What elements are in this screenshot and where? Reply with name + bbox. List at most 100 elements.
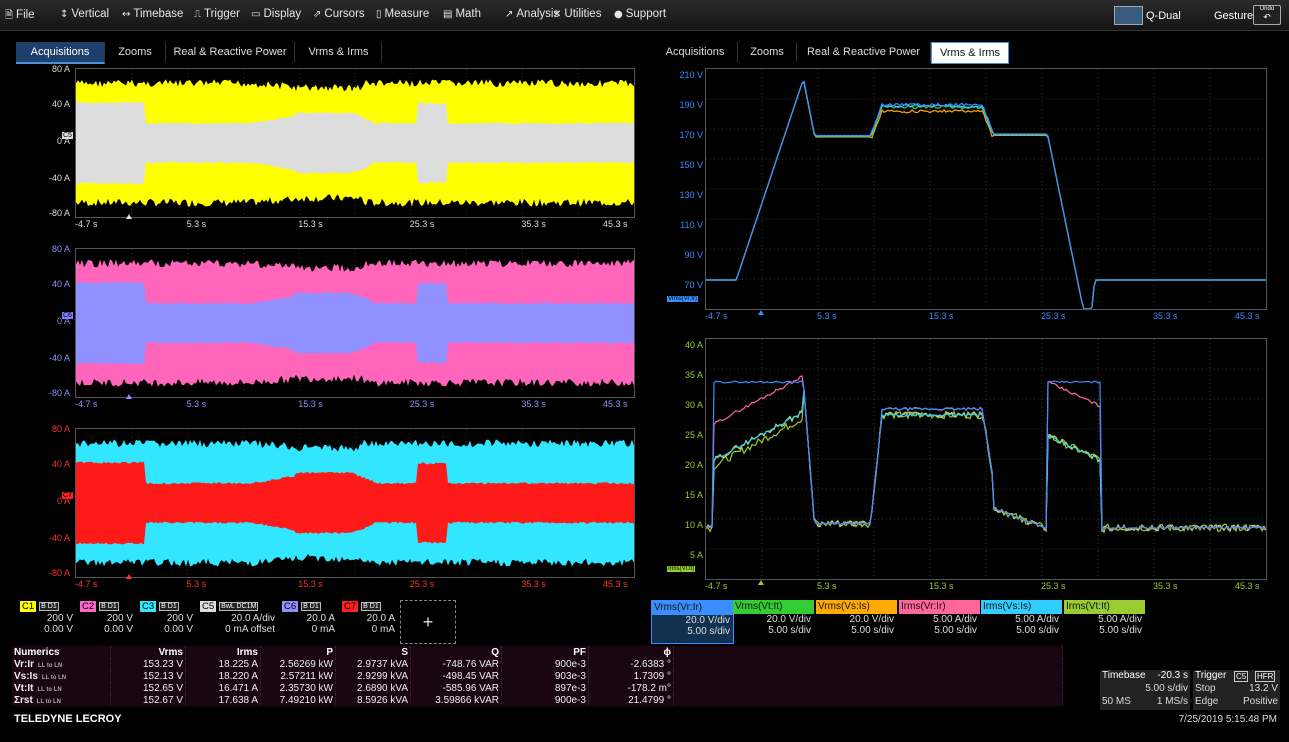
numerics-cell: -498.45 VAR	[410, 670, 502, 682]
numerics-cell: 900e-3	[501, 658, 589, 670]
y-tick-label: 35 A	[684, 370, 703, 380]
tab-acquisitions[interactable]: Acquisitions	[653, 42, 738, 62]
layout-label[interactable]: Q-Dual	[1146, 10, 1181, 22]
param-descriptor[interactable]: Vrms(Vs:Is) 20.0 V/div 5.00 s/div	[816, 600, 897, 642]
channel-offset: 0.00 V	[164, 624, 193, 635]
y-tick-label: 40 A	[51, 99, 70, 109]
menu-math[interactable]: ▤ Math	[443, 8, 481, 20]
trace-label[interactable]: Irms(Vt:It)	[667, 566, 696, 572]
numerics-cell: 152.67 V	[110, 694, 186, 706]
menu-analysis[interactable]: ↗ Analysis	[505, 8, 559, 20]
menu-utilities[interactable]: ✕ Utilities	[553, 8, 601, 20]
numerics-cell: 1.7309 °	[588, 670, 674, 682]
y-tick-label: 40 A	[51, 459, 70, 469]
menu-timebase[interactable]: ↔ Timebase	[122, 8, 183, 20]
menu-label: Timebase	[133, 8, 184, 20]
menu-bar: 🗎 File ↕ Vertical ↔ Timebase ⎍ Trigger ▭ Display ⇗…	[0, 0, 1289, 31]
channel-zero-marker[interactable]: C6	[62, 312, 73, 319]
numerics-cell: 18.225 A	[185, 658, 261, 670]
tab-zooms[interactable]: Zooms	[105, 42, 166, 62]
channel-zero-marker[interactable]: C7	[62, 492, 73, 499]
param-name: Vrms(Vt:It)	[733, 600, 814, 614]
param-descriptor[interactable]: Vrms(Vt:It) 20.0 V/div 5.00 s/div	[733, 600, 814, 642]
trigger-type: Edge	[1195, 696, 1219, 707]
gesture-button[interactable]: Gesture	[1214, 10, 1253, 22]
trace-label[interactable]: Vrms(Vr:Ir)	[667, 296, 698, 302]
empty-col	[673, 658, 1063, 670]
tab-vrms-irms[interactable]: Vrms & Irms	[931, 42, 1009, 64]
param-descriptor[interactable]: Vrms(Vr:Ir) 20.0 V/div 5.00 s/div	[651, 600, 734, 644]
param-descriptor[interactable]: Irms(Vs:Is) 5.00 A/div 5.00 s/div	[981, 600, 1062, 642]
param-descriptor[interactable]: Irms(Vt:It) 5.00 A/div 5.00 s/div	[1064, 600, 1145, 642]
y-tick-label: -40 A	[48, 533, 70, 543]
x-tick-label: -4.7 s	[75, 579, 98, 589]
menu-file[interactable]: 🗎 File	[5, 8, 35, 25]
channel-descriptor-c2[interactable]: C2 B D1 200 V 0.00 V	[78, 600, 136, 642]
channel-descriptor-c5[interactable]: C5 BwL DC1M 20.0 A/div 0 mA offset	[198, 600, 278, 642]
menu-display[interactable]: ▭ Display	[251, 8, 301, 20]
menu-support[interactable]: ● Support	[614, 8, 666, 20]
numerics-row: Σrst LL to LN 152.67 V 17.638 A 7.49210 kW 8.…	[12, 694, 1063, 706]
current-grid-1[interactable]	[75, 68, 635, 218]
tab-vrms-irms[interactable]: Vrms & Irms	[296, 42, 382, 62]
numerics-cell: 7.49210 kW	[260, 694, 336, 706]
menu-cursors[interactable]: ⇗ Cursors	[313, 8, 365, 20]
y-tick-label: 10 A	[684, 520, 703, 530]
trigger-position-marker	[126, 394, 132, 399]
x-tick-label: 5.3 s	[186, 399, 207, 409]
channel-descriptor-c3[interactable]: C3 B D1 200 V 0.00 V	[138, 600, 196, 642]
menu-label: Display	[263, 8, 302, 20]
channel-descriptor-c6[interactable]: C6 B D1 20.0 A0 mA	[280, 600, 338, 642]
col-header: Q	[410, 646, 502, 658]
x-tick-label: 25.3 s	[1041, 581, 1066, 591]
param-scale: 20.0 V/div	[685, 615, 730, 626]
param-timebase: 5.00 s/div	[1016, 625, 1059, 636]
param-name: Vrms(Vr:Ir)	[652, 601, 733, 615]
menu-vertical[interactable]: ↕ Vertical	[60, 8, 109, 20]
vrms-grid[interactable]	[705, 68, 1267, 310]
numerics-cell: 2.56269 kW	[260, 658, 336, 670]
undo-button[interactable]: Undo ↶	[1253, 5, 1281, 25]
numerics-row: Vr:Ir LL to LN 153.23 V 18.225 A 2.56269 kW 2…	[12, 658, 1063, 670]
tab-acquisitions[interactable]: Acquisitions	[16, 42, 105, 64]
tab-zooms[interactable]: Zooms	[738, 42, 797, 62]
menu-measure[interactable]: ▯ Measure	[376, 8, 429, 20]
numerics-cell: 21.4799 °	[588, 694, 674, 706]
channel-scale: 200 V	[166, 613, 193, 624]
numerics-cell: 16.471 A	[185, 682, 261, 694]
datetime: 7/25/2019 5:15:48 PM	[1178, 714, 1277, 725]
trigger-box[interactable]: Trigger C5 HFR Stop 13.2 V Edge Positive	[1193, 670, 1280, 710]
trigger-hfr: HFR	[1255, 671, 1276, 682]
y-tick-label: -40 A	[48, 353, 70, 363]
channel-descriptor-c1[interactable]: C1 B D1 200 V 0.00 V	[18, 600, 76, 642]
x-tick-label: 15.3 s	[929, 311, 954, 321]
param-descriptor[interactable]: Irms(Vr:Ir) 5.00 A/div 5.00 s/div	[899, 600, 980, 642]
trigger-position-marker	[126, 214, 132, 219]
menu-trigger[interactable]: ⎍ Trigger	[194, 8, 240, 20]
param-timebase: 5.00 s/div	[1099, 625, 1142, 636]
param-timebase: 5.00 s/div	[934, 625, 977, 636]
add-channel-button[interactable]: +	[400, 600, 456, 644]
timebase-trigger-panel[interactable]: Timebase -20.3 s 5.00 s/div 50 MS 1 MS/s…	[1100, 670, 1280, 710]
current-grid-3[interactable]	[75, 428, 635, 578]
col-header: ϕ	[588, 646, 674, 658]
timebase-box[interactable]: Timebase -20.3 s 5.00 s/div 50 MS 1 MS/s	[1100, 670, 1190, 710]
math-icon: ▤	[443, 9, 453, 20]
channel-zero-marker[interactable]: C5	[62, 132, 73, 139]
numerics-cell: 3.59866 kVAR	[410, 694, 502, 706]
layout-icon[interactable]	[1114, 6, 1143, 25]
tab-real-reactive-power[interactable]: Real & Reactive Power	[797, 42, 931, 62]
y-tick-label: 5 A	[689, 550, 703, 560]
channel-descriptor-c7[interactable]: C7 B D1 20.0 A0 mA	[340, 600, 398, 642]
irms-grid[interactable]	[705, 338, 1267, 580]
current-grid-2[interactable]	[75, 248, 635, 398]
trigger-slope: Positive	[1242, 696, 1278, 707]
param-name: Irms(Vr:Ir)	[899, 600, 980, 614]
param-name: Irms(Vt:It)	[1064, 600, 1145, 614]
tab-real-reactive-power[interactable]: Real & Reactive Power	[166, 42, 295, 62]
row-label: Vt:It LL to LN	[12, 682, 111, 694]
numerics-title: Numerics	[12, 646, 111, 658]
channel-tags: B D1	[361, 602, 381, 611]
row-label: Σrst LL to LN	[12, 694, 111, 706]
numerics-cell: -748.76 VAR	[410, 658, 502, 670]
